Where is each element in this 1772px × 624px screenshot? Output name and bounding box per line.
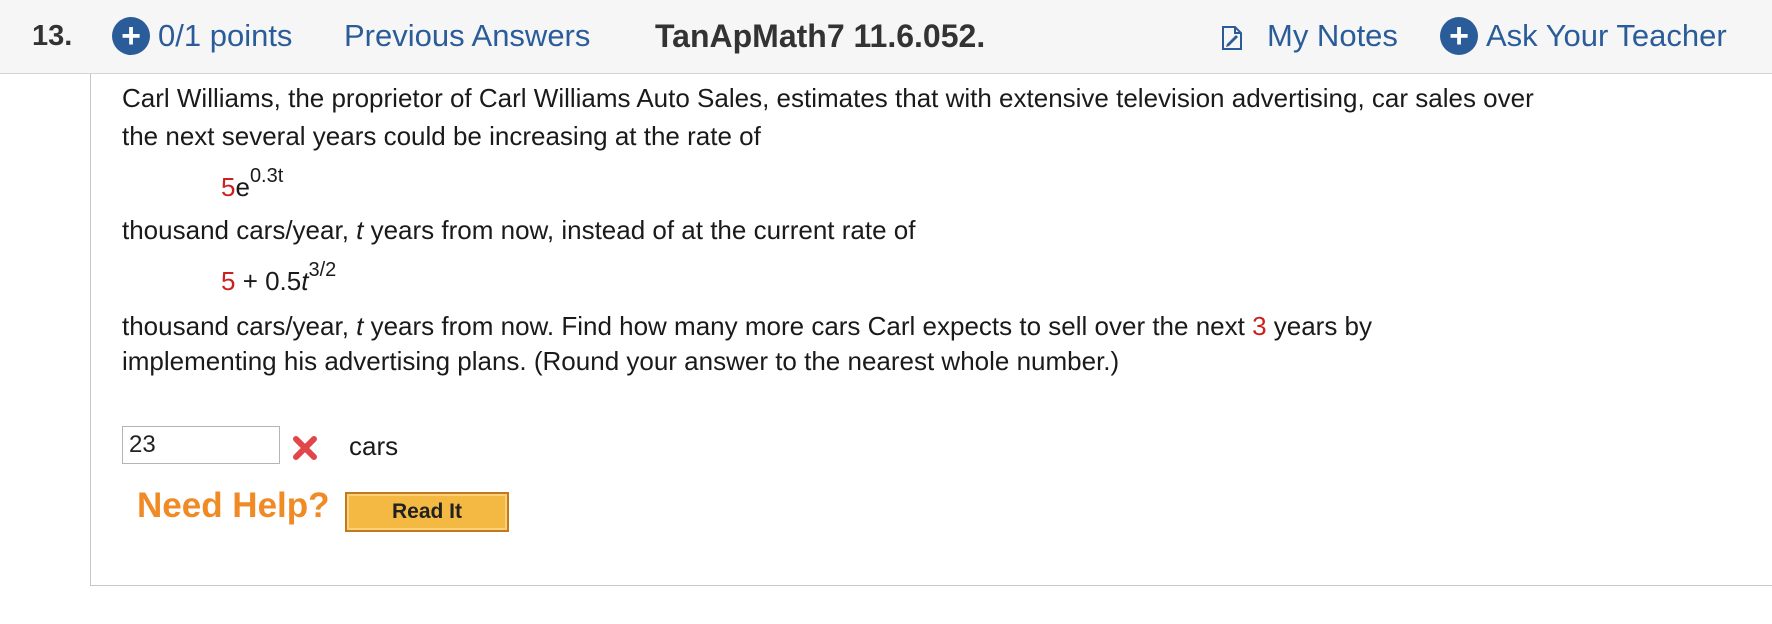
formula-current-rate: 5 + 0.5t3/2 (221, 259, 337, 296)
formula1-base: e (235, 172, 250, 202)
my-notes-link[interactable]: My Notes (1221, 14, 1398, 58)
problem-code: TanApMath7 11.6.052. (655, 17, 986, 54)
note-icon (1221, 23, 1243, 50)
points-indicator[interactable]: + 0/1 points (112, 14, 292, 58)
plus-circle-icon: + (112, 17, 150, 55)
formula1-coefficient: 5 (221, 172, 236, 202)
ask-teacher-label: Ask Your Teacher (1486, 18, 1727, 53)
question-text-line5: implementing his advertising plans. (Rou… (122, 346, 1120, 376)
question-text-line3: thousand cars/year, t years from now, in… (122, 215, 916, 245)
ask-teacher-link[interactable]: + Ask Your Teacher (1440, 14, 1727, 58)
formula-advertising-rate: 5e0.3t (221, 165, 283, 203)
formula2-exponent: 3/2 (308, 259, 337, 281)
question-body: Carl Williams, the proprietor of Carl Wi… (90, 74, 1772, 586)
formula2-coefficient: 5 (221, 266, 236, 296)
question-text-line2: the next several years could be increasi… (122, 121, 761, 151)
plus-circle-icon: + (1440, 17, 1478, 55)
formula1-exponent: 0.3t (249, 165, 284, 187)
my-notes-label: My Notes (1267, 18, 1398, 53)
question-number: 13. (32, 19, 73, 52)
question-text-line4: thousand cars/year, t years from now. Fi… (122, 311, 1373, 341)
need-help-label: Need Help? (137, 486, 330, 525)
points-label: 0/1 points (158, 18, 293, 53)
answer-input[interactable] (122, 426, 280, 464)
years-value: 3 (1252, 311, 1267, 341)
question-text-line1: Carl Williams, the proprietor of Carl Wi… (122, 83, 1534, 113)
incorrect-x-icon (291, 434, 319, 462)
previous-answers-link[interactable]: Previous Answers (344, 14, 590, 58)
read-it-button[interactable]: Read It (345, 492, 509, 532)
answer-units: cars (349, 431, 399, 461)
question-header: 13. + 0/1 points Previous Answers TanApM… (0, 0, 1772, 74)
